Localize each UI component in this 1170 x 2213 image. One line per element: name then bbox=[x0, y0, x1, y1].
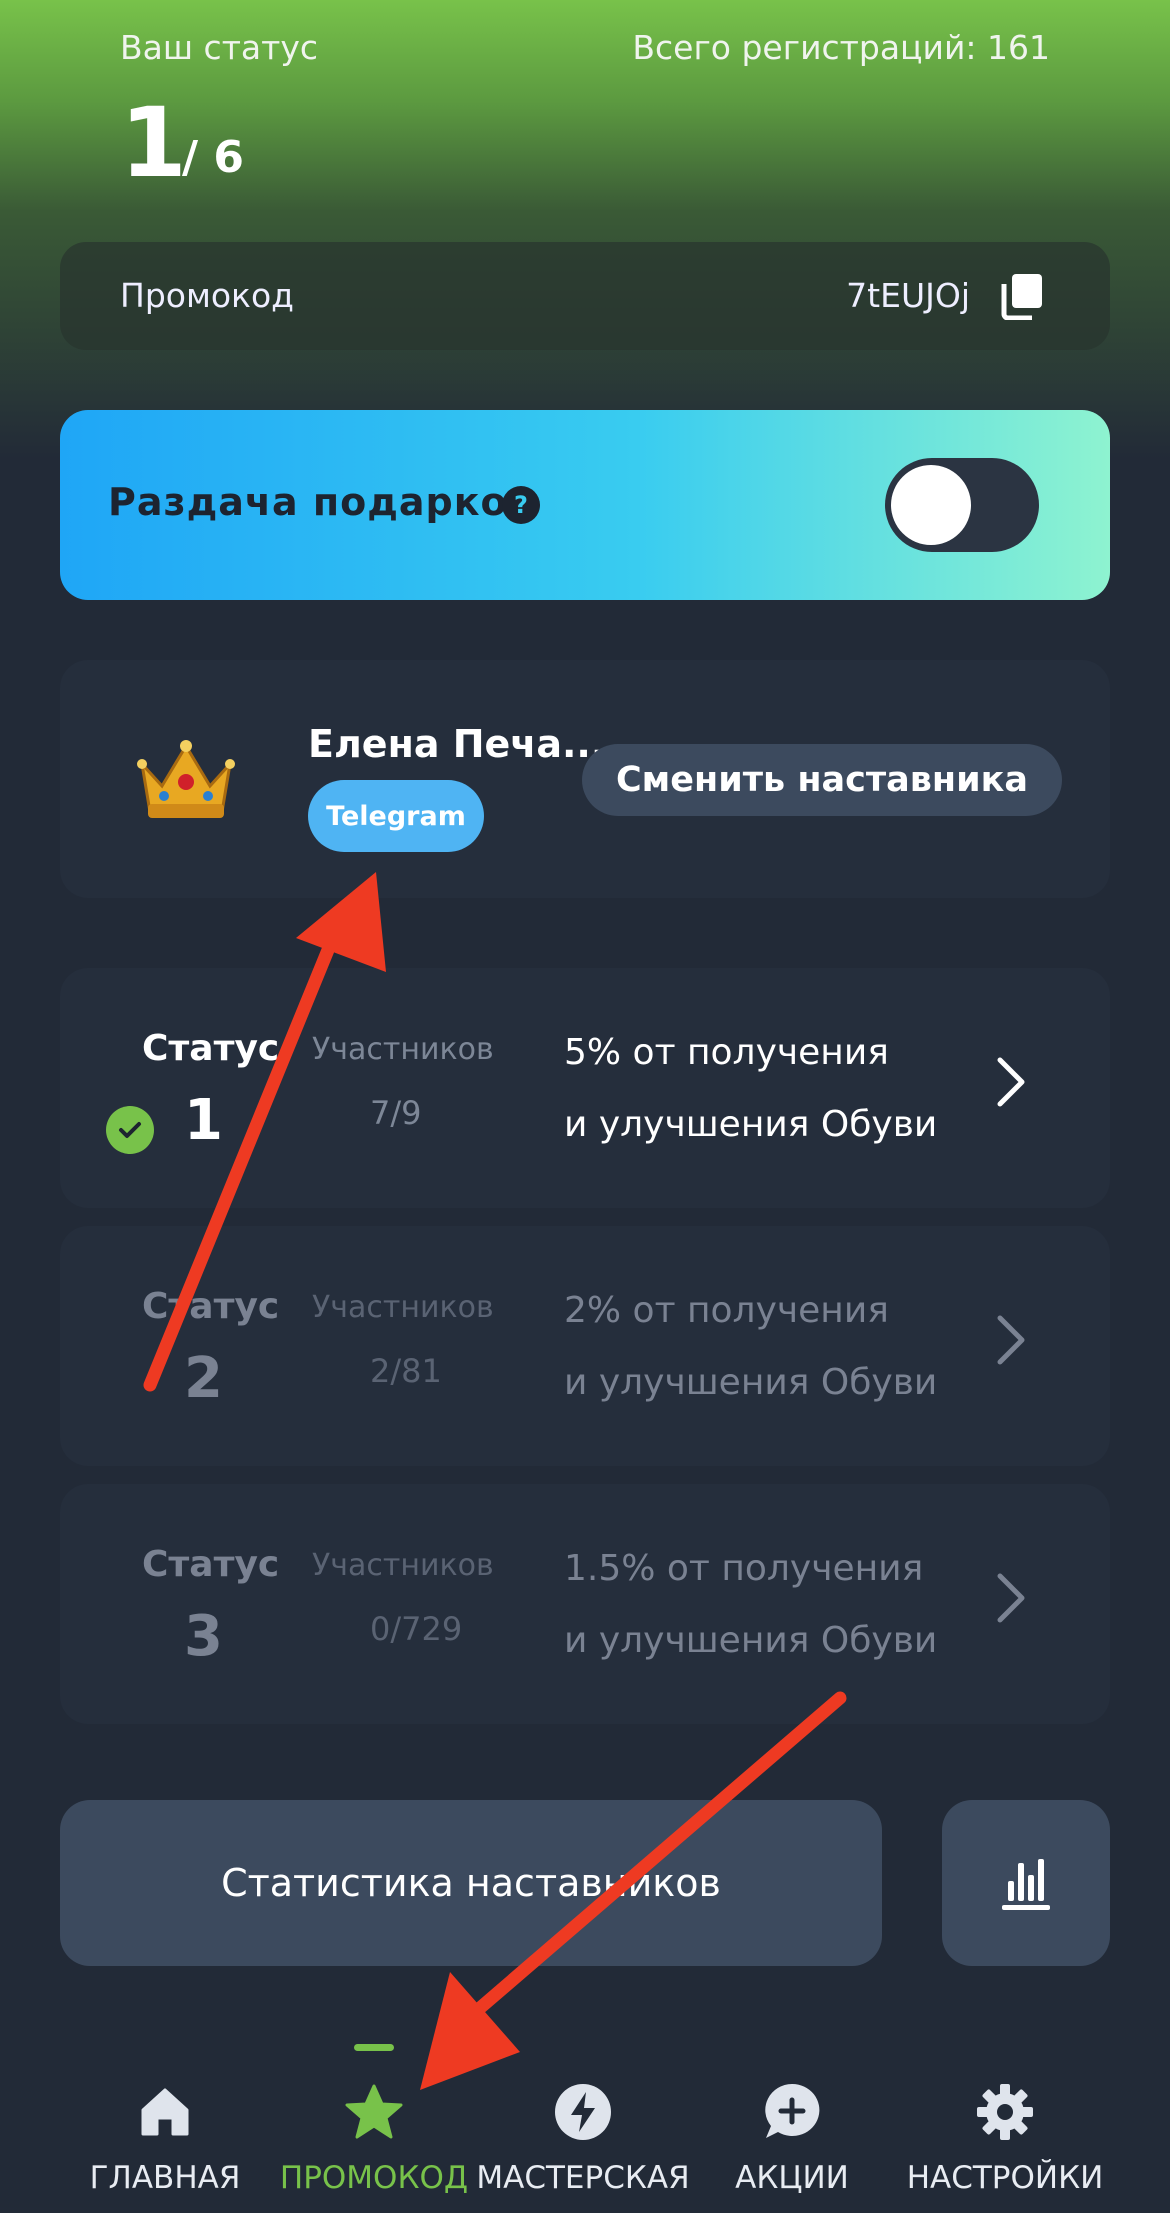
nav-label-home: ГЛАВНАЯ bbox=[89, 2160, 241, 2196]
level-reward-line2: и улучшения Обуви bbox=[564, 1362, 938, 1403]
change-mentor-button[interactable]: Сменить наставника bbox=[582, 744, 1062, 816]
level-number: 2 bbox=[184, 1346, 223, 1411]
active-tab-indicator bbox=[354, 2044, 394, 2051]
telegram-badge[interactable]: Telegram bbox=[308, 780, 484, 852]
level-participants-count: 0/729 bbox=[370, 1610, 463, 1648]
nav-label-promo: ПРОМОКОД bbox=[279, 2160, 469, 2196]
nav-item-promotions[interactable]: АКЦИИ bbox=[675, 2020, 909, 2213]
status-level-card[interactable]: Статус 1 Участников 7/9 5% от получения … bbox=[60, 968, 1110, 1208]
level-status-label: Статус bbox=[142, 1544, 280, 1585]
total-registrations: Всего регистраций: 161 bbox=[632, 28, 1050, 67]
chevron-right-icon bbox=[990, 1310, 1030, 1370]
bottom-navigation: ГЛАВНАЯ ПРОМОКОД МАСТЕРСКАЯ АКЦИИ НАСТРО… bbox=[0, 2020, 1170, 2213]
toggle-knob bbox=[891, 465, 971, 545]
level-reward-line1: 1.5% от получения bbox=[564, 1548, 924, 1589]
level-reward-line2: и улучшения Обуви bbox=[564, 1104, 938, 1145]
chevron-right-icon bbox=[990, 1568, 1030, 1628]
bar-chart-icon bbox=[1002, 1859, 1050, 1910]
level-participants-label: Участников bbox=[312, 1548, 494, 1583]
level-number: 3 bbox=[184, 1604, 223, 1669]
level-participants-label: Участников bbox=[312, 1290, 494, 1325]
gift-giveaway-card: Раздача подарков ? bbox=[60, 410, 1110, 600]
nav-item-workshop[interactable]: МАСТЕРСКАЯ bbox=[466, 2020, 700, 2213]
level-participants-count: 7/9 bbox=[370, 1094, 422, 1132]
mentor-card: Елена Печа... Telegram Сменить наставник… bbox=[60, 660, 1110, 898]
gear-icon bbox=[977, 2084, 1033, 2140]
status-level-card[interactable]: Статус 2 Участников 2/81 2% от получения… bbox=[60, 1226, 1110, 1466]
gift-giveaway-label: Раздача подарков bbox=[108, 480, 533, 524]
nav-label-promotions: АКЦИИ bbox=[735, 2160, 849, 2196]
chevron-right-icon bbox=[990, 1052, 1030, 1112]
home-icon bbox=[141, 2088, 189, 2136]
nav-item-home[interactable]: ГЛАВНАЯ bbox=[48, 2020, 282, 2213]
level-participants-count: 2/81 bbox=[370, 1352, 442, 1390]
crown-icon bbox=[134, 734, 238, 824]
chart-button[interactable] bbox=[942, 1800, 1110, 1966]
level-status-label: Статус bbox=[142, 1286, 280, 1327]
mentor-name: Елена Печа... bbox=[308, 722, 606, 766]
nav-item-settings[interactable]: НАСТРОЙКИ bbox=[888, 2020, 1122, 2213]
check-icon bbox=[106, 1106, 154, 1154]
status-total: / 6 bbox=[182, 132, 245, 183]
chat-plus-icon bbox=[765, 2083, 820, 2138]
nav-label-settings: НАСТРОЙКИ bbox=[906, 2160, 1104, 2196]
mentor-statistics-button[interactable]: Статистика наставников bbox=[60, 1800, 882, 1966]
promo-code-value: 7tEUJOj bbox=[846, 276, 970, 315]
lightning-icon bbox=[555, 2084, 611, 2140]
level-reward-line1: 2% от получения bbox=[564, 1290, 889, 1331]
copy-icon[interactable] bbox=[1000, 272, 1044, 321]
header-gradient-background bbox=[0, 0, 1170, 460]
level-participants-label: Участников bbox=[312, 1032, 494, 1067]
gift-giveaway-toggle[interactable] bbox=[885, 458, 1039, 552]
level-status-label: Статус bbox=[142, 1028, 280, 1069]
nav-label-workshop: МАСТЕРСКАЯ bbox=[476, 2160, 690, 2196]
status-current: 1 bbox=[120, 87, 187, 199]
star-icon bbox=[345, 2084, 403, 2139]
status-label: Ваш статус bbox=[120, 28, 319, 67]
level-reward-line1: 5% от получения bbox=[564, 1032, 889, 1073]
level-reward-line2: и улучшения Обуви bbox=[564, 1620, 938, 1661]
help-icon[interactable]: ? bbox=[502, 486, 540, 524]
promo-label: Промокод bbox=[120, 276, 294, 315]
status-level-card[interactable]: Статус 3 Участников 0/729 1.5% от получе… bbox=[60, 1484, 1110, 1724]
nav-item-promo[interactable]: ПРОМОКОД bbox=[257, 2020, 491, 2213]
level-number: 1 bbox=[184, 1088, 223, 1153]
promo-code-bar: Промокод 7tEUJOj bbox=[60, 242, 1110, 350]
